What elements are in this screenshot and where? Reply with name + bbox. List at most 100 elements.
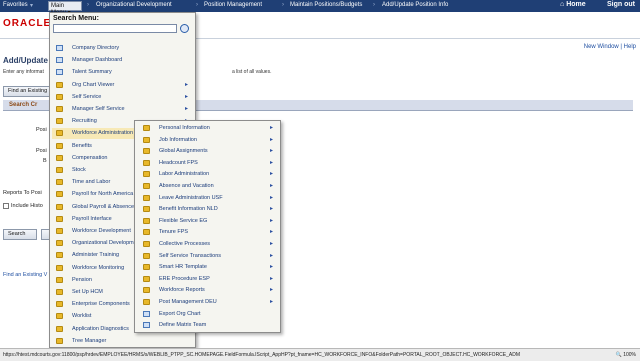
- submenu-arrow-icon: ▸: [269, 241, 273, 247]
- folder-icon: [56, 301, 63, 308]
- menu-item-label: Stock: [72, 167, 86, 173]
- menu-item-label: Post Management DEU: [159, 299, 217, 305]
- breadcrumb-org-dev[interactable]: Organizational Development: [96, 2, 172, 8]
- submenu-item[interactable]: Leave Administration USF ▸: [137, 193, 277, 204]
- menu-item-label: Job Information: [159, 136, 197, 143]
- menu-item-label: Personal Information: [159, 125, 210, 131]
- document-icon: [56, 69, 63, 76]
- menu-item[interactable]: Company Directory: [52, 43, 192, 54]
- breadcrumb-add-update[interactable]: Add/Update Position Info: [382, 2, 448, 8]
- breadcrumb-separator-icon: ›: [87, 2, 89, 8]
- menu-item[interactable]: Tree Manager: [52, 336, 192, 347]
- breadcrumb-position-mgmt[interactable]: Position Management: [204, 2, 262, 8]
- menu-item-label: Enterprise Components: [72, 301, 130, 308]
- submenu-arrow-icon: ▸: [184, 106, 188, 112]
- reports-to-label: Reports To Posi: [3, 190, 42, 196]
- favorites-menu[interactable]: Favorites: [3, 2, 28, 8]
- menu-item-label: Org Chart Viewer: [72, 81, 115, 88]
- menu-item-label: Workforce Administration: [72, 130, 134, 137]
- submenu-item[interactable]: Job Information ▸: [137, 135, 277, 146]
- menu-item-label: Set Up HCM: [72, 289, 103, 295]
- menu-item-label: Self Service: [72, 93, 102, 100]
- folder-icon: [56, 142, 63, 149]
- folder-icon: [56, 252, 63, 259]
- menu-item[interactable]: Manager Self Service ▸: [52, 104, 192, 115]
- submenu-item[interactable]: Personal Information ▸: [137, 123, 277, 134]
- menu-item-label: Manager Self Service: [72, 106, 125, 112]
- submenu-item[interactable]: Workforce Reports ▸: [137, 285, 277, 296]
- menu-item-label: Absence and Vacation: [159, 183, 214, 189]
- document-icon: [56, 45, 63, 51]
- submenu-item[interactable]: Tenure FPS ▸: [137, 227, 277, 238]
- include-history-label: Include Histo: [11, 203, 43, 209]
- home-button[interactable]: ⌂ Home: [560, 1, 586, 8]
- menu-item[interactable]: Self Service ▸: [52, 92, 192, 103]
- submenu-item[interactable]: Labor Administration ▸: [137, 169, 277, 180]
- document-icon: [56, 57, 63, 64]
- menu-search-go-icon[interactable]: [180, 24, 189, 33]
- submenu-item[interactable]: Define Matrix Team: [137, 320, 277, 331]
- status-bar: https://htest.mdcourts.gov:11800/psp/hrd…: [0, 348, 640, 361]
- submenu-arrow-icon: ▸: [269, 275, 273, 282]
- menu-item-label: Administer Training: [72, 252, 120, 259]
- menu-item-label: Global Assignments: [159, 148, 208, 155]
- folder-icon: [56, 203, 63, 210]
- folder-icon: [56, 289, 63, 295]
- submenu-item[interactable]: Self Service Transactions ▸: [137, 251, 277, 262]
- submenu-item[interactable]: ERE Procedure ESP ▸: [137, 274, 277, 285]
- folder-icon: [56, 118, 63, 125]
- folder-icon: [56, 325, 63, 332]
- submenu-item[interactable]: Post Management DEU ▸: [137, 297, 277, 308]
- menu-search-input[interactable]: [53, 24, 177, 33]
- include-history-checkbox[interactable]: [3, 203, 9, 209]
- menu-item-label: Tree Manager: [72, 337, 107, 344]
- folder-icon: [143, 241, 150, 247]
- menu-item-label: Organizational Development: [72, 240, 142, 247]
- main-menu-tab[interactable]: Main Menu ▾: [48, 1, 82, 16]
- menu-item[interactable]: Talent Summary: [52, 67, 192, 78]
- new-window-link[interactable]: New Window: [584, 44, 619, 50]
- folder-icon: [56, 130, 63, 137]
- folder-icon: [143, 194, 150, 201]
- submenu-item[interactable]: Headcount FPS ▸: [137, 158, 277, 169]
- zoom-level[interactable]: 🔍 100%: [616, 352, 636, 358]
- folder-icon: [143, 264, 150, 271]
- submenu-item[interactable]: Smart HR Template ▸: [137, 262, 277, 273]
- submenu-arrow-icon: ▸: [269, 148, 273, 155]
- submenu-item[interactable]: Flexible Service EG ▸: [137, 216, 277, 227]
- menu-item[interactable]: Org Chart Viewer ▸: [52, 80, 192, 91]
- breadcrumb-separator-icon: ›: [282, 2, 284, 8]
- folder-icon: [143, 287, 150, 294]
- folder-icon: [56, 154, 63, 161]
- menu-item-label: Pension: [72, 276, 92, 283]
- submenu-item[interactable]: Export Org Chart: [137, 309, 277, 320]
- submenu-arrow-icon: ▸: [269, 217, 273, 224]
- position-status-label: Posi: [36, 148, 47, 154]
- submenu-item[interactable]: Global Assignments ▸: [137, 146, 277, 157]
- submenu-item[interactable]: Collective Processes ▸: [137, 239, 277, 250]
- document-icon: [143, 322, 150, 329]
- folder-icon: [143, 275, 150, 282]
- page-instructions: Enter any informat: [3, 69, 44, 75]
- submenu-arrow-icon: ▸: [269, 125, 273, 131]
- breadcrumb-maintain-positions[interactable]: Maintain Positions/Budgets: [290, 2, 362, 8]
- sign-out-button[interactable]: Sign out: [607, 1, 635, 8]
- submenu-item[interactable]: Benefit Information NLD ▸: [137, 204, 277, 215]
- folder-icon: [56, 167, 63, 173]
- menu-item-label: Headcount FPS: [159, 159, 198, 166]
- business-unit-label: B: [43, 158, 47, 164]
- help-link[interactable]: Help: [624, 44, 636, 50]
- menu-item-label: Leave Administration USF: [159, 194, 223, 201]
- breadcrumb-separator-icon: ›: [196, 2, 198, 8]
- search-button[interactable]: Search: [3, 229, 37, 240]
- oracle-logo: ORACLE: [3, 18, 52, 29]
- menu-item-label: Manager Dashboard: [72, 57, 123, 64]
- favorites-dropdown-icon[interactable]: ▾: [30, 2, 33, 9]
- find-existing-link[interactable]: Find an Existing V: [3, 272, 47, 278]
- status-url: https://htest.mdcourts.gov:11800/psp/hrd…: [3, 352, 521, 358]
- submenu-item[interactable]: Absence and Vacation ▸: [137, 181, 277, 192]
- menu-item-label: Worklist: [72, 313, 92, 320]
- zoom-value: 100%: [623, 352, 636, 358]
- menu-item[interactable]: Manager Dashboard: [52, 55, 192, 66]
- submenu-arrow-icon: ▸: [269, 159, 273, 166]
